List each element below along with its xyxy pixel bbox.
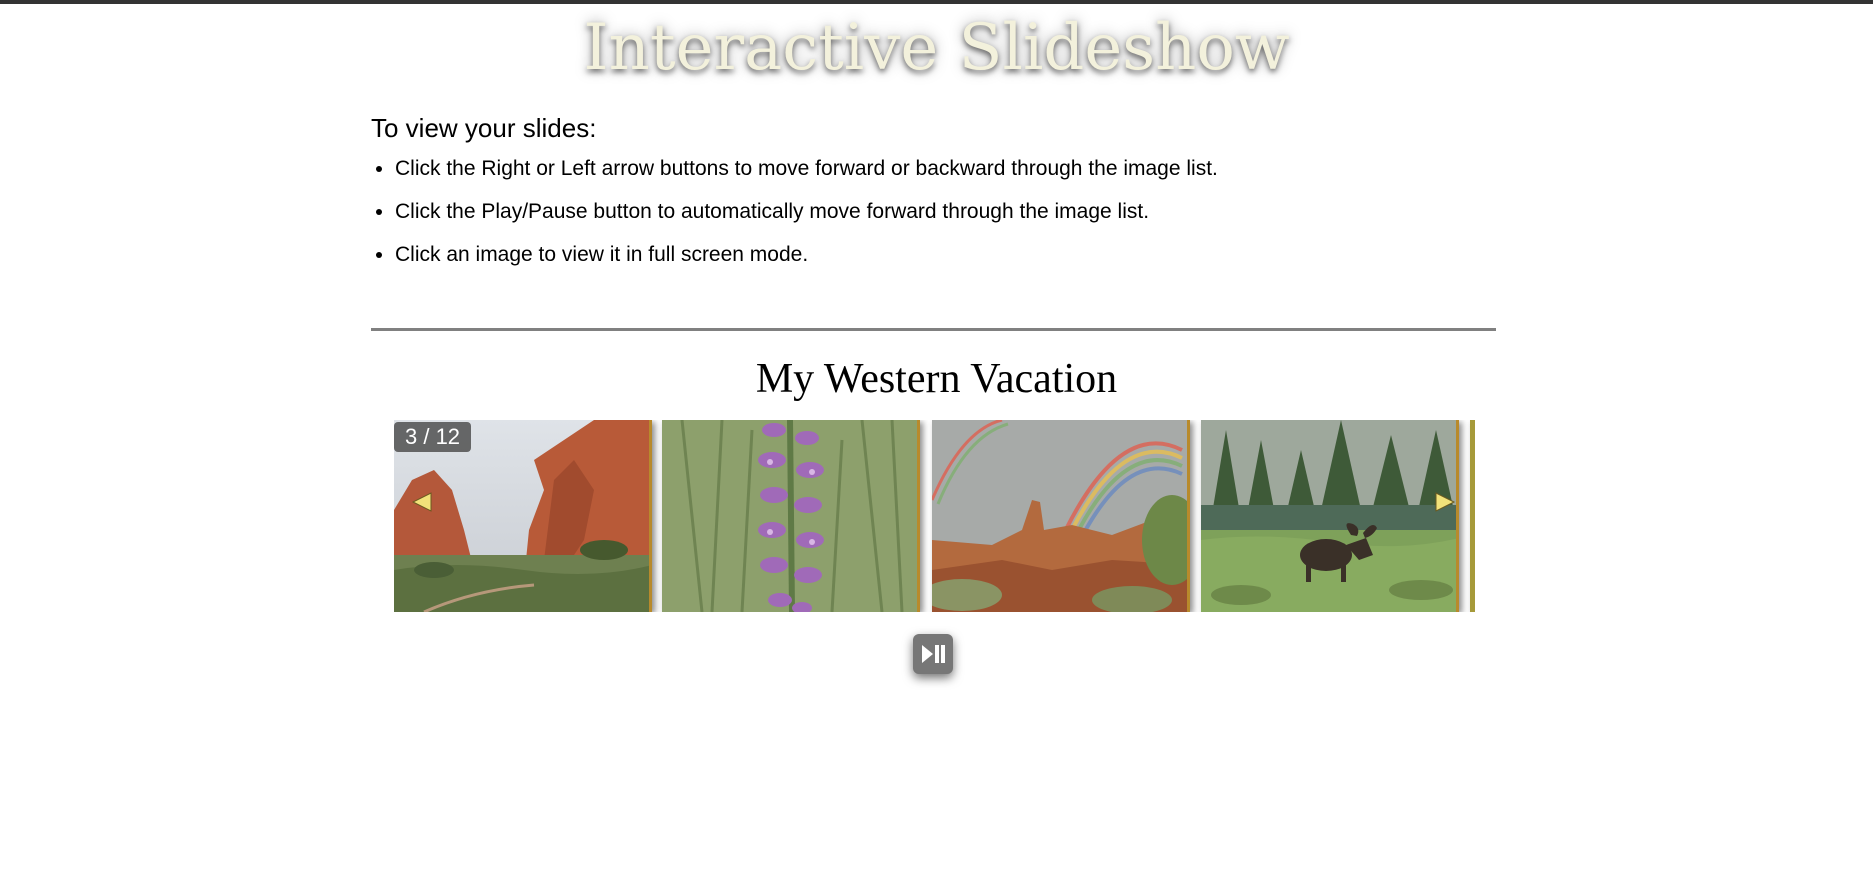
instructions-section: To view your slides: Click the Right or …	[371, 110, 1496, 285]
play-pause-icon	[922, 645, 945, 663]
section-divider	[371, 328, 1496, 331]
slide-image-rainbow-canyon[interactable]	[932, 420, 1190, 612]
slide-image-partial[interactable]	[1470, 420, 1475, 612]
right-triangle-arrow-icon	[1435, 492, 1456, 512]
slide-counter: 3 / 12	[394, 422, 472, 452]
instruction-item: Click the Right or Left arrow buttons to…	[395, 156, 1496, 182]
instruction-item: Click an image to view it in full screen…	[395, 242, 1496, 268]
next-slide-button[interactable]	[1433, 488, 1457, 516]
page-title: Interactive Slideshow	[583, 11, 1290, 85]
previous-slide-button[interactable]	[410, 488, 434, 516]
slide-image-wildflower[interactable]	[662, 420, 920, 612]
top-border	[0, 0, 1873, 4]
play-pause-button[interactable]	[913, 634, 953, 674]
slideshow-viewport	[394, 420, 1475, 612]
instructions-heading: To view your slides:	[371, 113, 597, 143]
instructions-list: Click the Right or Left arrow buttons to…	[371, 156, 1496, 268]
slide-image-moose[interactable]	[1201, 420, 1459, 612]
slides-track	[394, 420, 1475, 612]
gallery-title: My Western Vacation	[755, 356, 1118, 402]
left-triangle-arrow-icon	[411, 492, 432, 512]
instruction-item: Click the Play/Pause button to automatic…	[395, 199, 1496, 225]
